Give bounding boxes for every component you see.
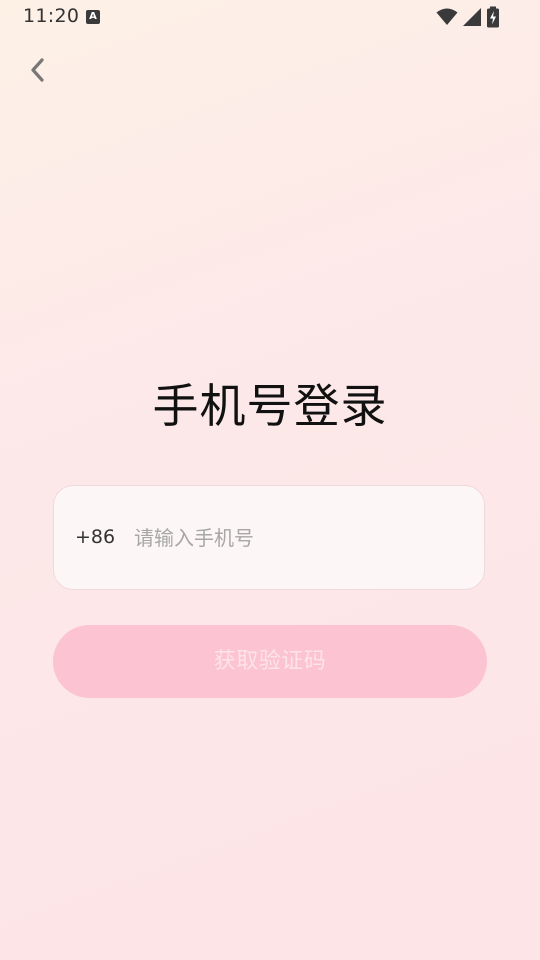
- status-time: 11:20: [23, 5, 80, 27]
- phone-input-card: +86: [53, 485, 485, 590]
- get-verification-code-button[interactable]: 获取验证码: [53, 625, 487, 698]
- wifi-icon: [436, 8, 458, 25]
- country-code[interactable]: +86: [75, 526, 115, 548]
- page-title: 手机号登录: [152, 379, 388, 433]
- phone-input[interactable]: [134, 522, 454, 554]
- cellular-signal-icon: [463, 8, 481, 26]
- status-bar: 11:20 A: [0, 0, 540, 34]
- back-button[interactable]: [20, 52, 56, 88]
- battery-charging-icon: [487, 6, 499, 28]
- text-notification-icon: A: [86, 10, 100, 24]
- chevron-left-icon: [31, 58, 44, 82]
- status-icons: [436, 6, 500, 28]
